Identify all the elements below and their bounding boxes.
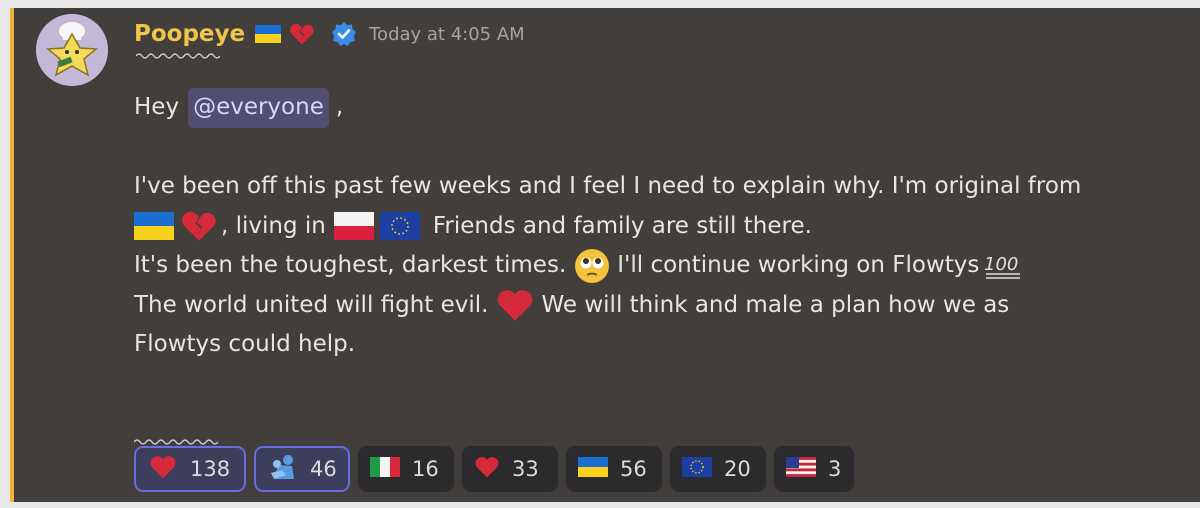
reaction-count: 138	[190, 457, 231, 481]
message-text: ,	[335, 94, 344, 120]
eu-flag-icon	[379, 212, 420, 241]
hug-icon	[268, 453, 298, 486]
pleading-face-icon	[574, 248, 610, 284]
message-line: The world united will fight evil. We wil…	[134, 286, 1174, 326]
reactions-bar: 138 46 16 33 56 20 3	[134, 446, 854, 492]
broken-heart-icon	[180, 209, 218, 243]
message-text: I'll continue working on Flowtys	[617, 252, 980, 278]
reaction-eu-flag[interactable]: 20	[670, 446, 766, 492]
reaction-heart[interactable]: 33	[462, 446, 558, 492]
message-line: Hey @everyone ,	[134, 88, 1174, 128]
everyone-mention[interactable]: @everyone	[188, 88, 329, 128]
reaction-count: 3	[828, 457, 842, 481]
verified-badge-icon	[331, 21, 357, 47]
italy-flag-icon	[370, 456, 400, 482]
broken-heart-icon	[289, 22, 315, 46]
reaction-italy-flag[interactable]: 16	[358, 446, 454, 492]
message-content: Hey @everyone , I've been off this past …	[133, 88, 1174, 460]
message-line: It's been the toughest, darkest times. I…	[134, 246, 1174, 286]
reaction-count: 33	[512, 457, 539, 481]
heart-icon	[148, 454, 178, 485]
reaction-count: 16	[412, 457, 439, 481]
message-text: The world united will fight evil.	[134, 291, 489, 318]
message-text: Hey	[134, 94, 180, 120]
poland-flag-icon	[333, 212, 374, 241]
reaction-ukraine-flag[interactable]: 56	[566, 446, 662, 492]
message-text: We will think and male a plan how we as	[541, 291, 1010, 318]
ukraine-flag-icon	[578, 456, 608, 482]
message-line: I've been off this past few weeks and I …	[134, 167, 1174, 207]
reaction-heart[interactable]: 138	[134, 446, 246, 492]
message-line: Flowtys could help.	[134, 325, 1174, 365]
squiggle-underline-icon	[136, 53, 220, 59]
avatar[interactable]	[36, 14, 108, 86]
timestamp: Today at 4:05 AM	[369, 23, 525, 45]
message-text: Flowtys could help.	[134, 331, 356, 357]
ukraine-flag-icon	[255, 25, 282, 43]
reaction-count: 20	[724, 457, 751, 481]
reaction-us-flag[interactable]: 3	[774, 446, 854, 492]
message-text: , living in	[221, 212, 326, 239]
svg-text:100: 100	[984, 254, 1018, 275]
message-line: , living in Friends and family are still…	[134, 207, 1174, 247]
heart-icon	[495, 287, 535, 323]
ukraine-flag-icon	[134, 212, 174, 241]
reaction-hug[interactable]: 46	[254, 446, 350, 492]
username[interactable]: Poopeye	[134, 21, 245, 47]
hundred-points-icon: 100	[982, 250, 1024, 282]
message-text: It's been the toughest, darkest times.	[134, 252, 567, 278]
heart-icon	[474, 455, 500, 484]
reaction-count: 46	[310, 457, 337, 481]
message-text: I've been off this past few weeks and I …	[134, 173, 1082, 199]
message-header: Poopeye Today at 4:05 AM	[134, 14, 525, 54]
message-text: Friends and family are still there.	[432, 212, 812, 239]
message-container: Poopeye Today at 4:05 AM Hey @everyone ,…	[10, 8, 1200, 502]
reaction-count: 56	[620, 457, 647, 481]
us-flag-icon	[786, 456, 816, 482]
star-chef-icon	[36, 14, 108, 86]
eu-flag-icon	[682, 456, 712, 482]
